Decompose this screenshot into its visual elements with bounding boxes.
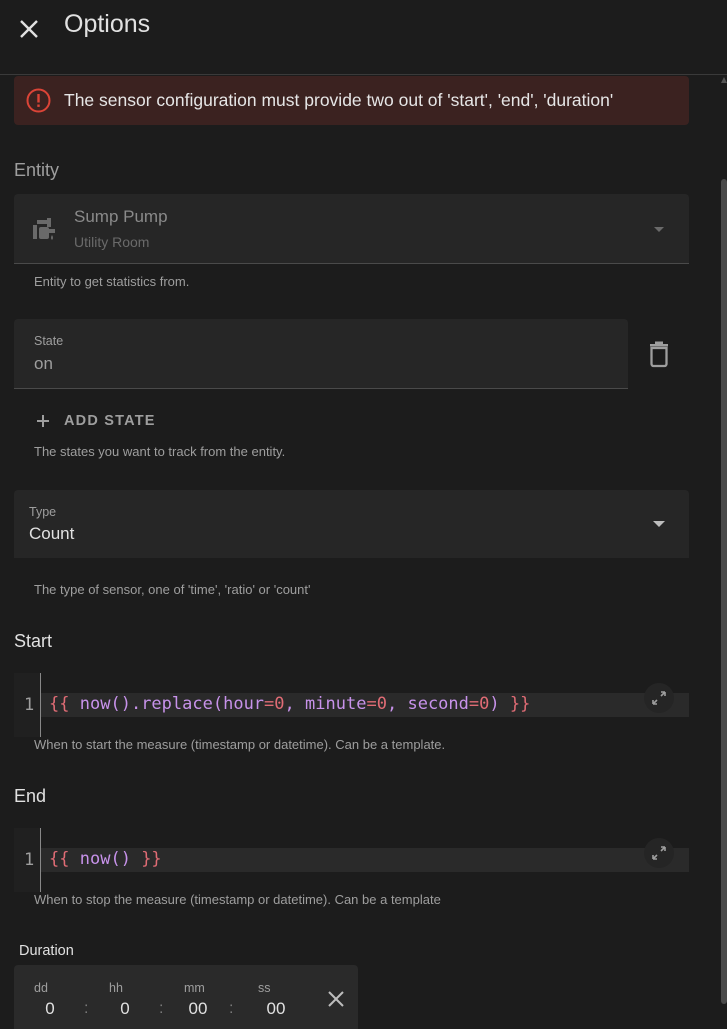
- fullscreen-icon: [652, 846, 666, 860]
- fullscreen-icon: [652, 691, 666, 705]
- state-value: on: [34, 354, 53, 373]
- start-template-code[interactable]: {{ now().replace(hour=0, minute=0, secon…: [49, 694, 530, 714]
- entity-name: Sump Pump: [74, 207, 168, 226]
- chevron-down-icon[interactable]: [653, 521, 665, 527]
- close-icon: [20, 20, 38, 38]
- line-number: 1: [24, 850, 35, 870]
- state-input[interactable]: State on: [14, 319, 628, 389]
- add-state-label: ADD STATE: [64, 413, 156, 429]
- entity-area: Utility Room: [74, 234, 150, 250]
- error-message: The sensor configuration must provide tw…: [64, 90, 614, 110]
- seconds-unit-label: ss: [258, 981, 271, 995]
- state-helper-text: The states you want to track from the en…: [34, 444, 286, 459]
- start-section-label: Start: [14, 631, 53, 651]
- duration-input: dd 0 : hh 0 : mm 00 : ss 00: [14, 965, 358, 1029]
- state-label: State: [34, 334, 64, 348]
- close-icon: [328, 991, 344, 1007]
- type-label: Type: [29, 505, 57, 519]
- plus-icon: [37, 415, 49, 427]
- type-helper-text: The type of sensor, one of 'time', 'rati…: [34, 582, 311, 597]
- dialog-header: Options: [0, 0, 727, 75]
- error-alert: The sensor configuration must provide tw…: [14, 76, 689, 125]
- end-template-code[interactable]: {{ now() }}: [49, 849, 162, 869]
- end-helper-text: When to stop the measure (timestamp or d…: [34, 892, 441, 907]
- close-button[interactable]: [14, 14, 44, 44]
- entity-picker[interactable]: Sump Pump Utility Room: [14, 194, 689, 264]
- dialog-title: Options: [64, 10, 151, 38]
- time-separator: :: [84, 1000, 89, 1017]
- type-select[interactable]: Type Count: [14, 490, 689, 558]
- hours-unit-label: hh: [109, 981, 123, 995]
- minutes-input[interactable]: 00: [178, 999, 218, 1019]
- time-separator: :: [159, 1000, 164, 1017]
- seconds-input[interactable]: 00: [256, 999, 296, 1019]
- options-dialog: Options The sensor configuration must pr…: [0, 0, 727, 1029]
- scroll-up-arrow-icon[interactable]: [721, 77, 727, 83]
- days-input[interactable]: 0: [30, 999, 70, 1019]
- start-code-editor[interactable]: 1 {{ now().replace(hour=0, minute=0, sec…: [14, 673, 689, 737]
- start-helper-text: When to start the measure (timestamp or …: [34, 737, 446, 752]
- end-section-label: End: [14, 786, 47, 806]
- end-code-editor[interactable]: 1 {{ now() }}: [14, 828, 689, 892]
- type-value: Count: [29, 524, 75, 543]
- clear-duration-button[interactable]: [326, 989, 346, 1009]
- trash-icon: [650, 341, 668, 368]
- water-pump-icon: [33, 218, 55, 240]
- scrollbar[interactable]: [721, 75, 727, 1029]
- minutes-unit-label: mm: [184, 981, 205, 995]
- duration-section-label: Duration: [19, 943, 74, 959]
- entity-section-label: Entity: [14, 160, 60, 180]
- line-gutter: 1: [14, 828, 41, 892]
- line-number: 1: [24, 695, 35, 715]
- time-separator: :: [229, 1000, 234, 1017]
- chevron-down-icon[interactable]: [654, 227, 664, 232]
- error-icon: [26, 88, 51, 113]
- hours-input[interactable]: 0: [105, 999, 145, 1019]
- scrollbar-thumb[interactable]: [721, 179, 727, 1004]
- expand-editor-button[interactable]: [644, 683, 674, 713]
- expand-editor-button[interactable]: [644, 838, 674, 868]
- days-unit-label: dd: [34, 981, 48, 995]
- entity-helper-text: Entity to get statistics from.: [34, 274, 190, 289]
- delete-state-button[interactable]: [646, 340, 672, 368]
- line-gutter: 1: [14, 673, 41, 737]
